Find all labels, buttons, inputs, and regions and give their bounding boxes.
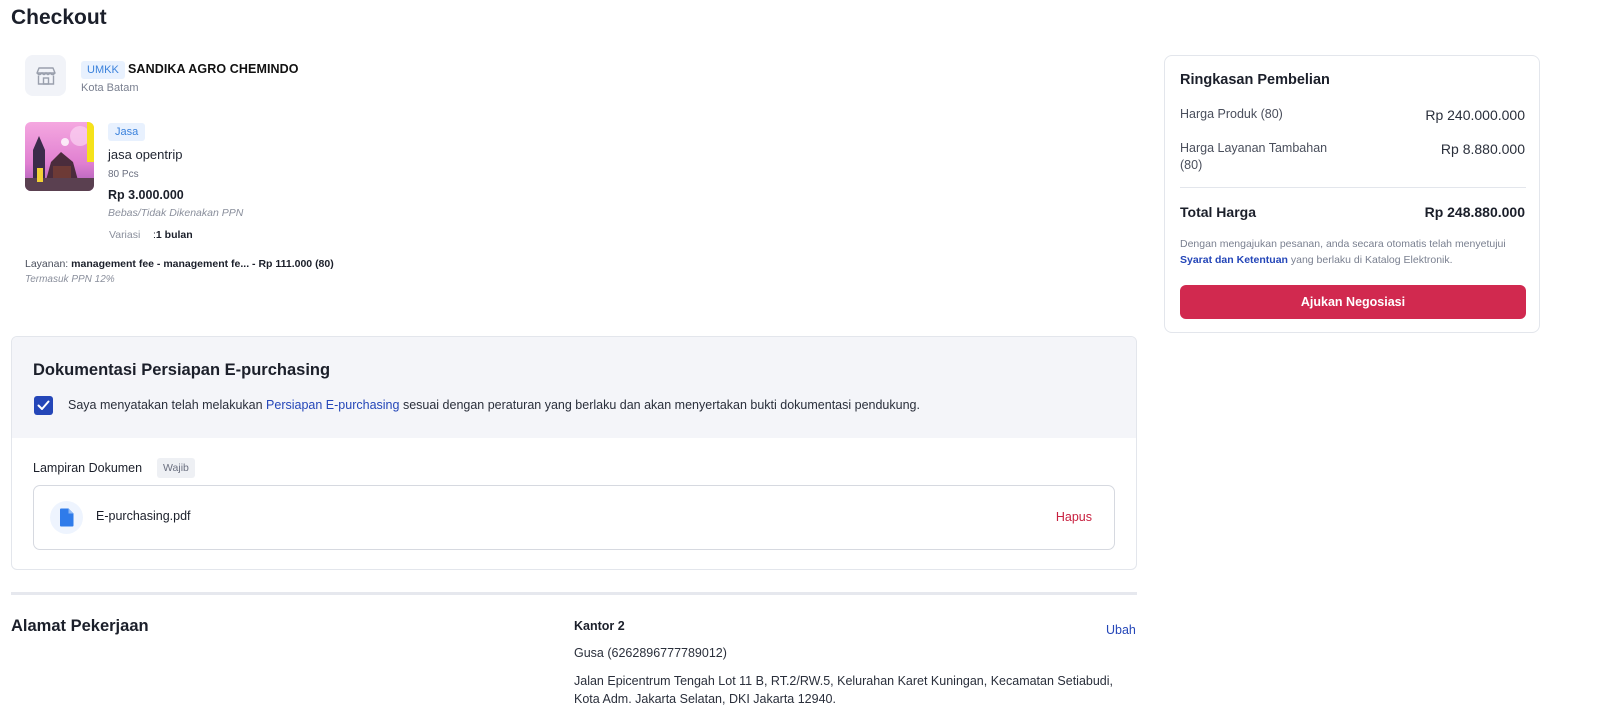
seller-name[interactable]: SANDIKA AGRO CHEMINDO (128, 62, 299, 76)
service-line: Layanan: management fee - management fe.… (25, 258, 334, 270)
product-name[interactable]: jasa opentrip (108, 147, 182, 162)
store-icon (35, 66, 56, 85)
delete-file-button[interactable]: Hapus (1056, 510, 1092, 524)
address-contact: Gusa (6262896777789012) (574, 646, 727, 660)
product-price-label: Harga Produk (80) (1180, 107, 1283, 121)
store-avatar (25, 55, 66, 96)
persiapan-e-purchasing-link[interactable]: Persiapan E-purchasing (266, 398, 399, 412)
terms-text: Dengan mengajukan pesanan, anda secara o… (1180, 236, 1530, 268)
umkm-badge: UMKK (81, 61, 125, 79)
address-name: Kantor 2 (574, 619, 625, 633)
required-badge: Wajib (157, 458, 195, 478)
product-image (25, 122, 94, 191)
terms-text-after: yang berlaku di Katalog Elektronik. (1287, 254, 1453, 266)
statement-text: Saya menyatakan telah melakukan Persiapa… (68, 398, 920, 412)
service-price-label: Harga Layanan Tambahan (80) (1180, 141, 1328, 172)
service-tax-note: Termasuk PPN 12% (25, 274, 115, 285)
page-title: Checkout (11, 6, 107, 29)
documentation-title: Dokumentasi Persiapan E-purchasing (33, 361, 331, 379)
attached-file: E-purchasing.pdf Hapus (33, 485, 1115, 550)
variant-label: Variasi (109, 229, 141, 241)
summary-title: Ringkasan Pembelian (1180, 72, 1330, 88)
purchase-summary-card: Ringkasan Pembelian Harga Produk (80) Rp… (1164, 55, 1540, 333)
terms-link[interactable]: Syarat dan Ketentuan (1180, 254, 1288, 266)
submit-negotiation-button[interactable]: Ajukan Negosiasi (1180, 285, 1526, 319)
address-line: Jalan Epicentrum Tengah Lot 11 B, RT.2/R… (574, 674, 1114, 706)
file-icon (60, 508, 74, 527)
service-label: Layanan: (25, 258, 69, 270)
statement-text-before: Saya menyatakan telah melakukan (68, 398, 267, 412)
change-address-button[interactable]: Ubah (1106, 623, 1136, 637)
documentation-card: Dokumentasi Persiapan E-purchasing Saya … (11, 336, 1137, 570)
check-icon (37, 400, 50, 410)
section-divider (11, 592, 1137, 595)
service-type-badge: Jasa (108, 123, 146, 141)
product-tax-note: Bebas/Tidak Dikenakan PPN (108, 207, 244, 219)
terms-text-before: Dengan mengajukan pesanan, anda secara o… (1180, 238, 1506, 250)
address-title: Alamat Pekerjaan (11, 617, 149, 635)
file-icon-wrap (50, 501, 83, 534)
attachment-label: Lampiran Dokumen (33, 461, 143, 475)
service-price-value: Rp 8.880.000 (1440, 141, 1525, 157)
service-value: management fee - management fe... - Rp 1… (71, 258, 334, 270)
product-quantity: 80 Pcs (108, 169, 139, 180)
variant-value-text: 1 bulan (155, 229, 193, 241)
documentation-header: Dokumentasi Persiapan E-purchasing Saya … (12, 337, 1136, 438)
product-price: Rp 3.000.000 (108, 188, 184, 202)
file-name[interactable]: E-purchasing.pdf (96, 509, 191, 523)
summary-divider (1180, 187, 1526, 188)
statement-checkbox[interactable] (34, 396, 53, 415)
total-value: Rp 248.880.000 (1424, 204, 1525, 220)
total-label: Total Harga (1180, 204, 1256, 220)
seller-city: Kota Batam (81, 82, 139, 94)
product-price-value: Rp 240.000.000 (1425, 107, 1525, 123)
variant-value: :1 bulan (153, 229, 193, 241)
statement-text-after: sesuai dengan peraturan yang berlaku dan… (399, 398, 920, 412)
